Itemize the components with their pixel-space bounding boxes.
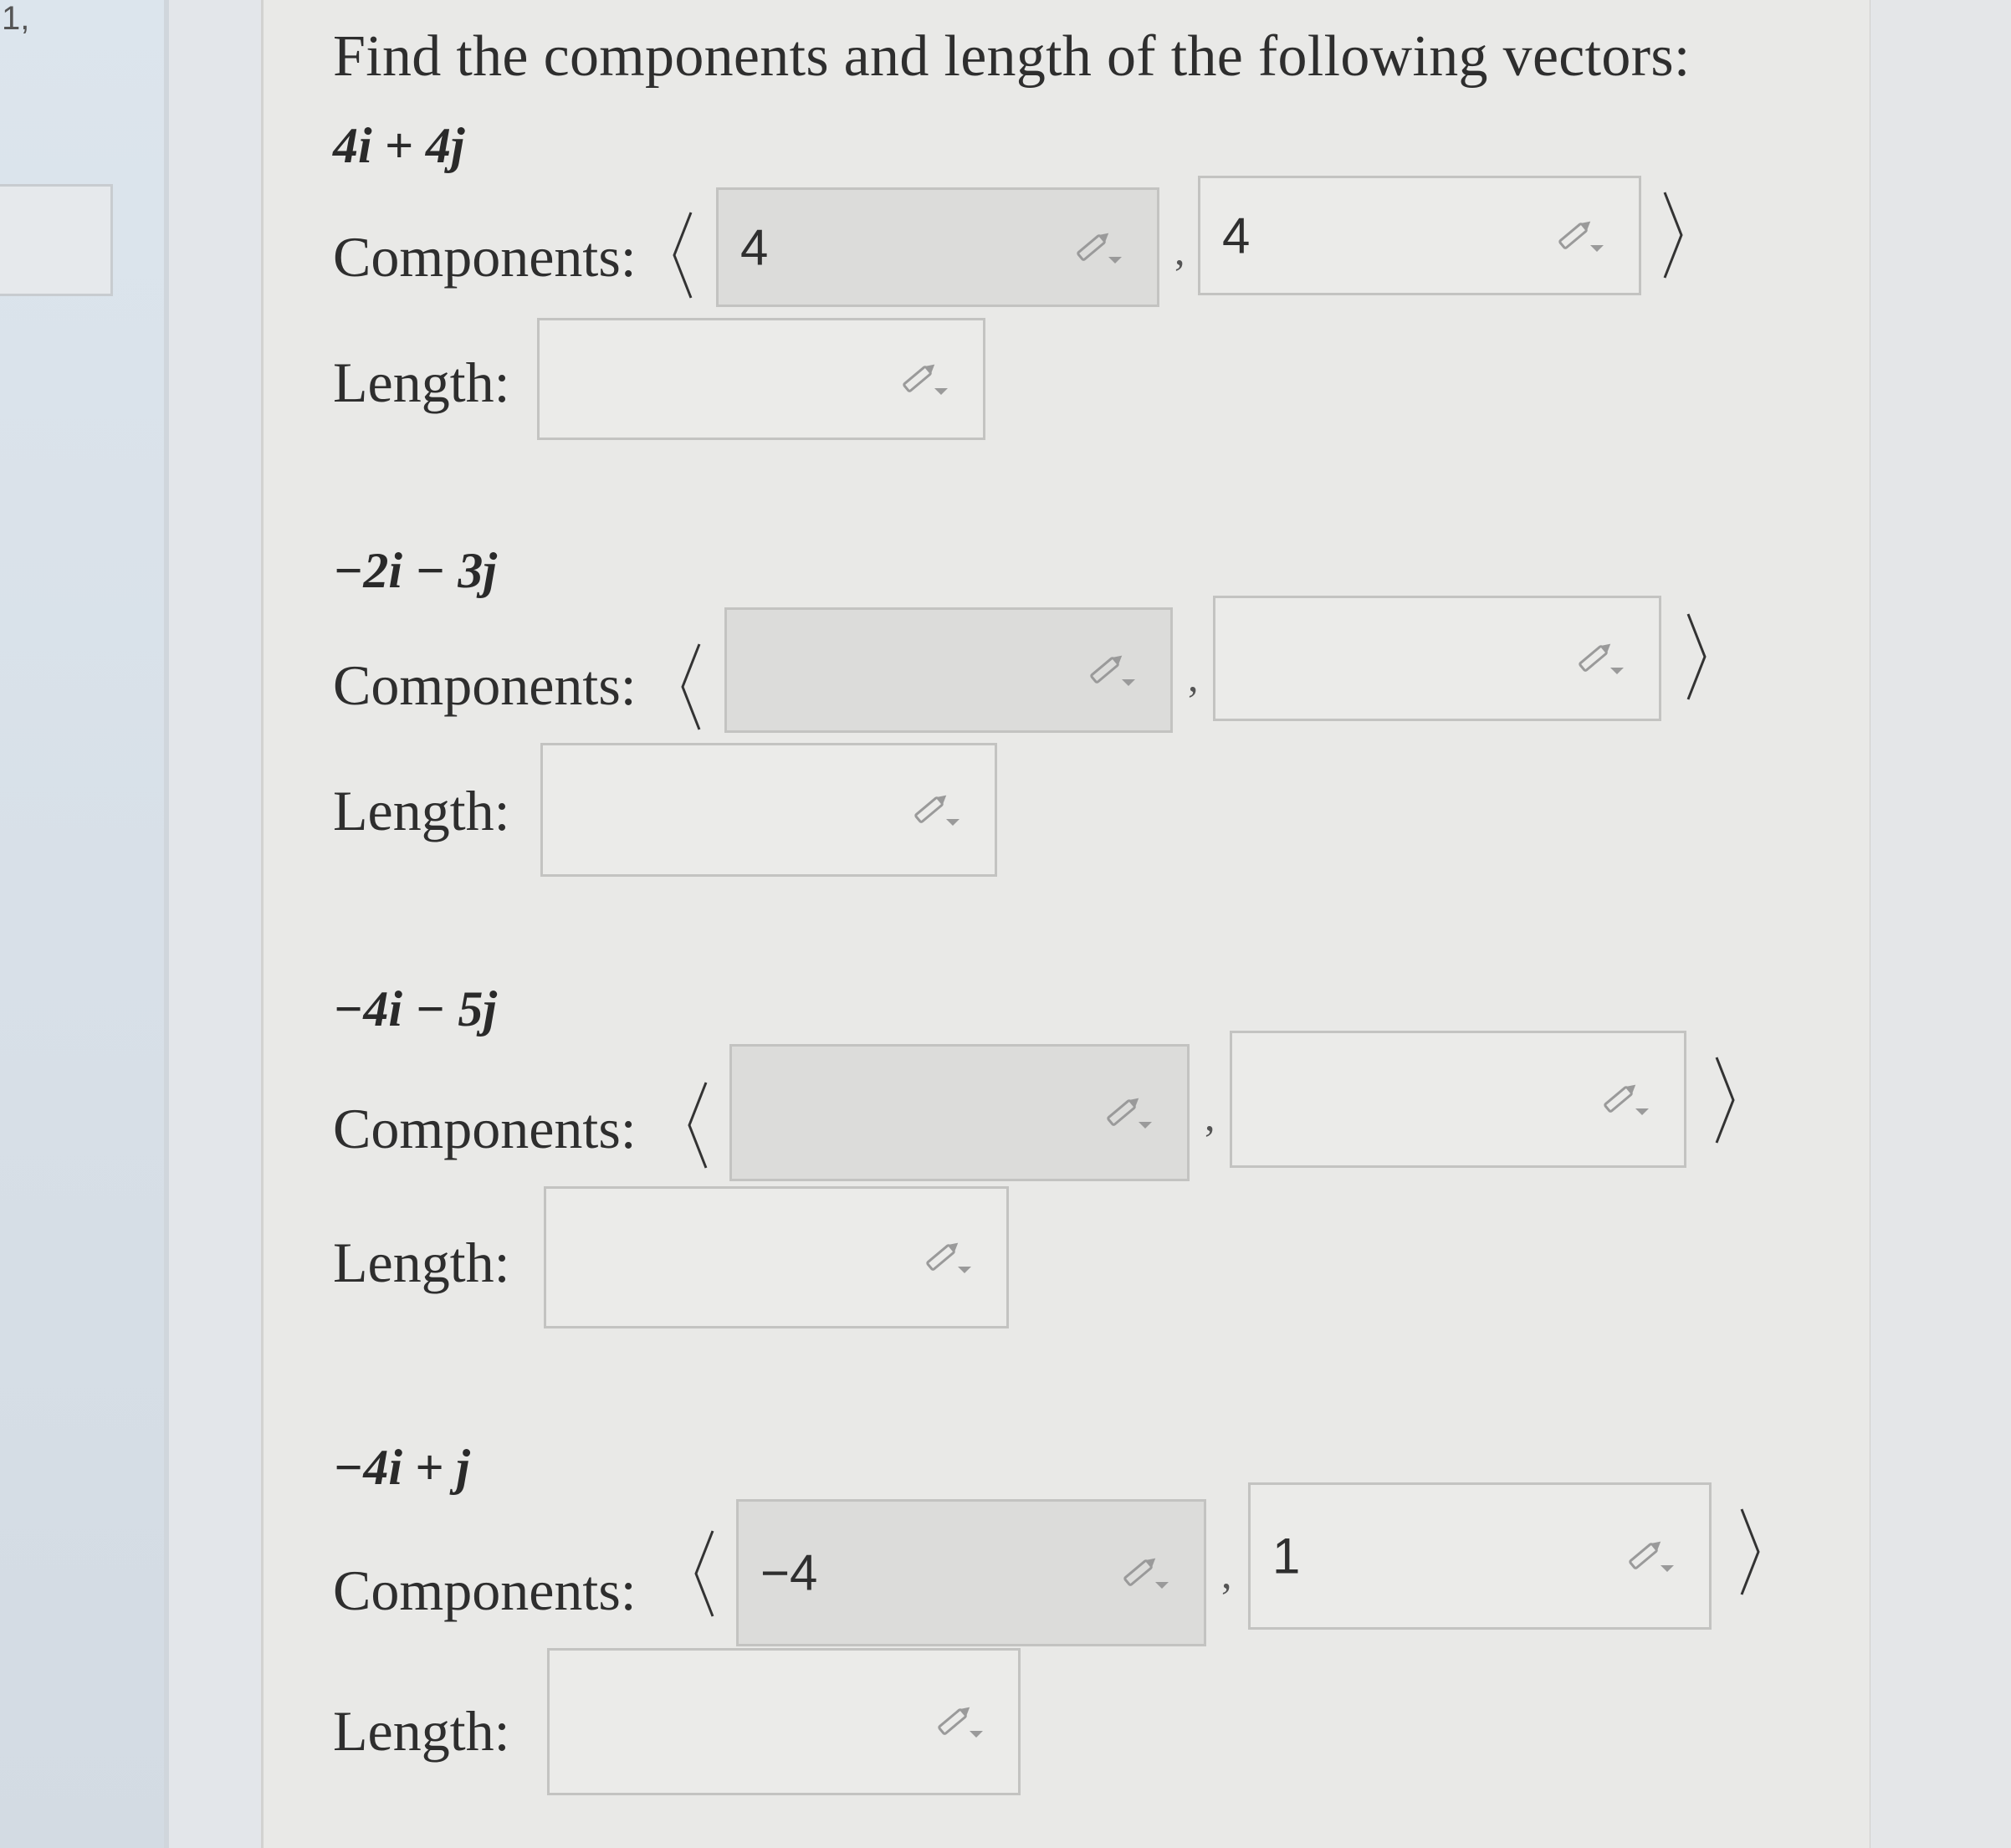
corner-mark: 1, [2, 0, 30, 37]
pencil-dropdown-icon[interactable] [1072, 227, 1125, 269]
component-1-input-4[interactable]: −4 [736, 1499, 1206, 1646]
length-label-3: Length: [333, 1231, 510, 1294]
components-label-2: Components: [333, 653, 637, 717]
components-label-1: Components: [333, 225, 637, 289]
pane-divider [164, 0, 169, 1848]
length-label-1: Length: [333, 351, 510, 414]
right-angle-bracket-icon [1661, 189, 1686, 281]
component-2-input-3[interactable] [1230, 1031, 1686, 1168]
pencil-dropdown-icon[interactable] [898, 358, 951, 400]
left-angle-bracket-icon [669, 209, 694, 301]
component-separator: , [1174, 227, 1185, 274]
left-side-box[interactable] [0, 184, 113, 296]
right-angle-bracket-icon [1738, 1506, 1763, 1598]
pencil-dropdown-icon[interactable] [1118, 1552, 1172, 1594]
pencil-dropdown-icon[interactable] [1553, 215, 1607, 257]
component-1-input-2[interactable] [724, 607, 1173, 733]
component-2-input-4[interactable]: 1 [1248, 1482, 1712, 1630]
component-1-value: 4 [740, 219, 769, 275]
pencil-dropdown-icon[interactable] [1599, 1078, 1652, 1120]
component-2-input-1[interactable]: 4 [1198, 176, 1641, 295]
component-2-value: 4 [1222, 207, 1251, 264]
length-label-2: Length: [333, 779, 510, 842]
right-angle-bracket-icon [1685, 611, 1710, 703]
vector-expression-2: −2i − 3j [333, 543, 498, 598]
pencil-dropdown-icon[interactable] [921, 1236, 975, 1278]
pencil-dropdown-icon[interactable] [1624, 1535, 1677, 1577]
pencil-dropdown-icon[interactable] [1102, 1092, 1155, 1134]
left-angle-bracket-icon [678, 641, 703, 733]
length-input-3[interactable] [544, 1186, 1009, 1328]
pencil-dropdown-icon[interactable] [1085, 649, 1139, 691]
component-separator: , [1188, 653, 1199, 700]
vector-expression-1: 4i + 4j [333, 118, 465, 173]
component-1-input-3[interactable] [729, 1044, 1190, 1181]
length-input-1[interactable] [537, 318, 985, 440]
right-pane [1870, 0, 2011, 1848]
question-instruction: Find the components and length of the fo… [333, 24, 1691, 89]
length-input-4[interactable] [547, 1648, 1021, 1795]
component-separator: , [1205, 1093, 1215, 1139]
right-angle-bracket-icon [1713, 1054, 1738, 1146]
component-2-value: 1 [1272, 1528, 1301, 1584]
length-input-2[interactable] [540, 743, 997, 877]
pencil-dropdown-icon[interactable] [909, 789, 963, 831]
left-angle-bracket-icon [684, 1079, 709, 1171]
pencil-dropdown-icon[interactable] [933, 1701, 986, 1743]
components-label-4: Components: [333, 1559, 637, 1622]
left-angle-bracket-icon [691, 1528, 716, 1620]
vector-expression-3: −4i − 5j [333, 981, 498, 1037]
components-label-3: Components: [333, 1097, 637, 1160]
component-2-input-2[interactable] [1213, 596, 1661, 721]
component-separator: , [1221, 1550, 1232, 1597]
vector-expression-4: −4i + j [333, 1440, 470, 1495]
pencil-dropdown-icon[interactable] [1573, 637, 1627, 679]
component-1-value: −4 [760, 1544, 818, 1601]
component-1-input-1[interactable]: 4 [716, 187, 1159, 307]
length-label-4: Length: [333, 1699, 510, 1763]
